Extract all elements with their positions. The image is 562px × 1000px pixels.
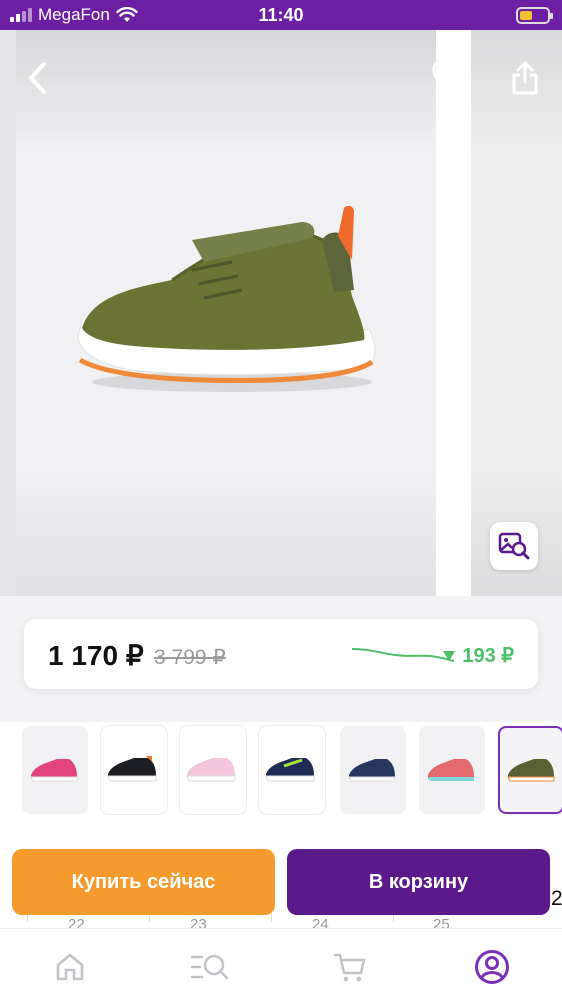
bottom-tab-bar bbox=[0, 928, 562, 1000]
price-card[interactable]: 1 170 ₽ 3 799 ₽ 193 ₽ bbox=[24, 619, 538, 689]
shoe-thumbnail-icon bbox=[348, 759, 396, 782]
down-triangle-icon bbox=[443, 650, 456, 661]
current-price: 1 170 ₽ bbox=[48, 640, 144, 671]
favorite-button[interactable] bbox=[430, 58, 470, 98]
edge-digit: 2 bbox=[551, 887, 562, 910]
shoe-thumbnail-icon bbox=[186, 758, 236, 782]
color-option-navy-teal[interactable] bbox=[340, 726, 406, 814]
battery-icon bbox=[516, 7, 553, 24]
share-icon bbox=[512, 61, 538, 95]
image-search-button[interactable] bbox=[490, 522, 538, 570]
color-option-navy-lime[interactable] bbox=[259, 726, 325, 814]
shoe-thumbnail-icon bbox=[30, 759, 78, 782]
shoe-thumbnail-icon bbox=[507, 759, 555, 782]
price-drop: 193 ₽ bbox=[442, 643, 514, 668]
price-trend-sparkline bbox=[351, 648, 455, 662]
tab-profile[interactable] bbox=[472, 947, 512, 987]
color-variants[interactable] bbox=[0, 722, 562, 818]
tab-home[interactable] bbox=[50, 947, 90, 987]
color-option-coral[interactable] bbox=[419, 726, 485, 814]
profile-icon bbox=[475, 950, 509, 984]
price-drop-value: 193 ₽ bbox=[462, 645, 514, 667]
shoe-thumbnail-icon bbox=[107, 756, 157, 782]
product-shoe-image bbox=[77, 205, 376, 392]
tab-catalog[interactable] bbox=[190, 947, 230, 987]
old-price: 3 799 ₽ bbox=[154, 646, 226, 669]
color-option-pink[interactable] bbox=[22, 726, 88, 814]
color-option-black-orange[interactable] bbox=[101, 726, 167, 814]
share-button[interactable] bbox=[505, 58, 545, 98]
buy-now-button[interactable]: Купить сейчас bbox=[12, 849, 275, 915]
heart-icon bbox=[432, 62, 468, 93]
image-search-icon bbox=[498, 532, 530, 560]
cart-icon bbox=[333, 953, 366, 982]
status-time: 11:40 bbox=[258, 5, 304, 25]
next-product-photo[interactable] bbox=[471, 30, 562, 596]
shoe-thumbnail-icon bbox=[428, 759, 474, 781]
back-button[interactable] bbox=[18, 58, 58, 98]
chevron-left-icon bbox=[29, 62, 46, 94]
add-to-cart-button[interactable]: В корзину bbox=[287, 849, 550, 915]
color-option-olive-selected[interactable] bbox=[498, 726, 562, 814]
product-gallery[interactable] bbox=[0, 30, 562, 596]
gallery-divider bbox=[436, 30, 471, 596]
shoe-thumbnail-icon bbox=[265, 758, 315, 782]
tab-cart[interactable] bbox=[330, 947, 370, 987]
catalog-search-icon bbox=[190, 954, 229, 980]
home-icon bbox=[56, 953, 84, 981]
status-bar: MegaFon 11:40 bbox=[0, 0, 562, 30]
divider bbox=[271, 912, 272, 922]
color-option-light-pink[interactable] bbox=[180, 726, 246, 814]
